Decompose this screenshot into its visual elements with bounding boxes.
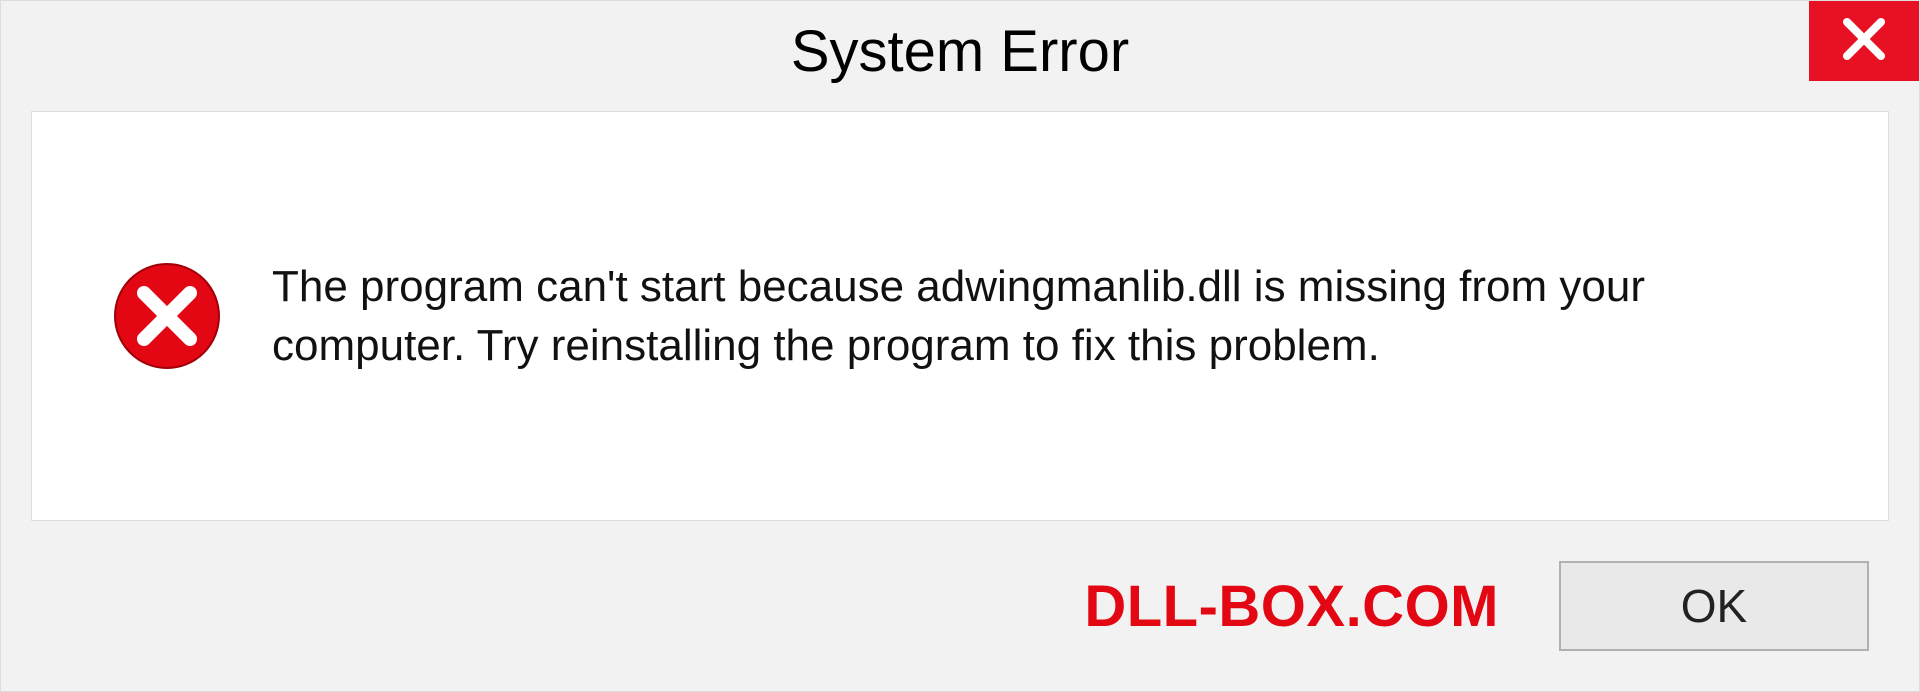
close-icon: [1839, 14, 1889, 69]
error-dialog: System Error The program can't start bec…: [0, 0, 1920, 692]
title-bar: System Error: [1, 1, 1919, 101]
ok-button[interactable]: OK: [1559, 561, 1869, 651]
close-button[interactable]: [1809, 1, 1919, 81]
dialog-footer: DLL-BOX.COM OK: [1, 521, 1919, 691]
content-area: The program can't start because adwingma…: [31, 111, 1889, 521]
watermark-text: DLL-BOX.COM: [1084, 573, 1499, 640]
error-message: The program can't start because adwingma…: [272, 257, 1848, 376]
dialog-title: System Error: [791, 18, 1129, 85]
error-icon: [112, 261, 222, 371]
